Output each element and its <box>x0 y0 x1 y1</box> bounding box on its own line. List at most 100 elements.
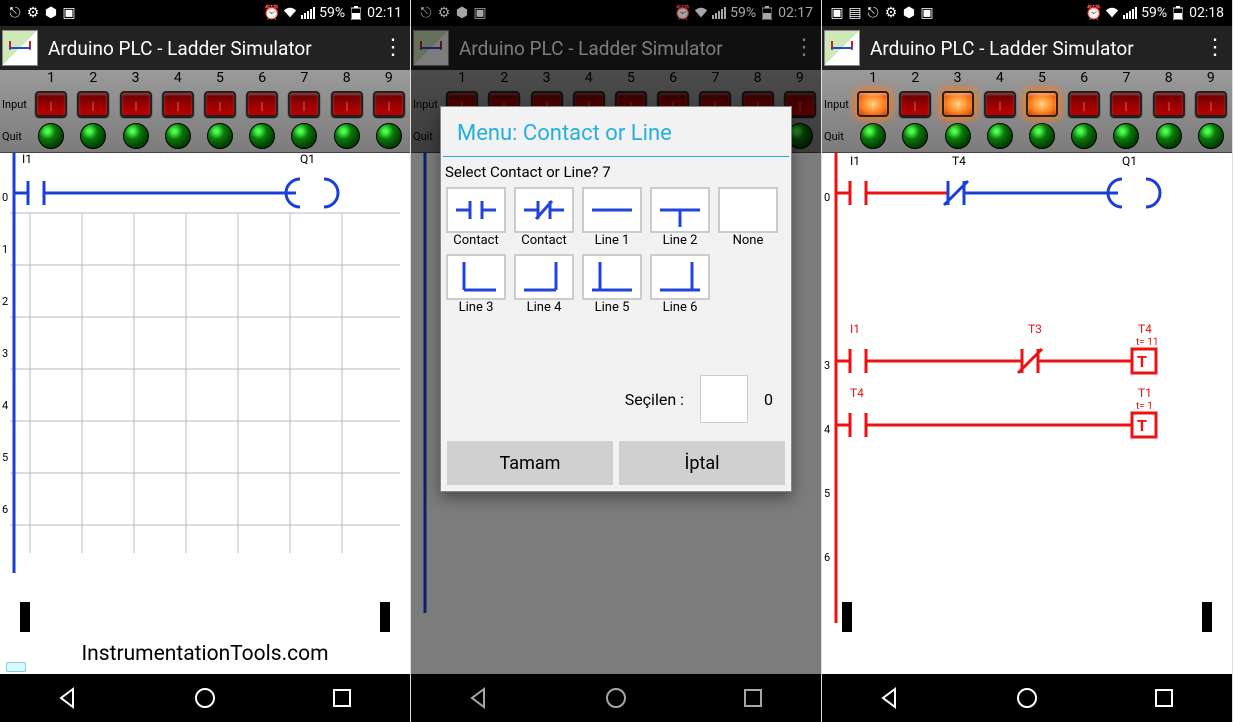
input-switch[interactable] <box>1153 91 1185 117</box>
selection-preview <box>700 375 748 423</box>
nav-home-icon[interactable] <box>185 683 225 713</box>
input-switch[interactable] <box>120 91 152 117</box>
col-num: 5 <box>1021 70 1063 88</box>
option-label: None <box>733 233 764 248</box>
signal-icon <box>1123 6 1137 20</box>
app-icon <box>824 30 860 66</box>
input-switch[interactable] <box>288 91 320 117</box>
input-switch[interactable] <box>331 91 363 117</box>
svg-text:Q1: Q1 <box>300 153 315 166</box>
ok-button[interactable]: Tamam <box>447 441 613 485</box>
option-label: Line 3 <box>459 300 494 315</box>
overflow-menu-icon[interactable]: ⋮ <box>1200 37 1230 59</box>
output-led <box>334 123 360 149</box>
col-num: 7 <box>1105 70 1147 88</box>
option-line-4[interactable]: Line 4 <box>513 254 575 315</box>
option-line-6[interactable]: Line 6 <box>649 254 711 315</box>
svg-text:I1: I1 <box>850 322 860 336</box>
debug-icon: ⚙ <box>884 6 898 20</box>
option-none[interactable]: None <box>717 187 779 248</box>
scroll-handle[interactable] <box>20 602 30 632</box>
output-led <box>207 123 233 149</box>
option-label: Line 1 <box>595 233 630 248</box>
input-switch[interactable] <box>984 91 1016 117</box>
dialog-scrim[interactable]: Menu: Contact or Line Select Contact or … <box>411 0 821 722</box>
output-led <box>38 123 64 149</box>
col-num: 9 <box>368 70 410 88</box>
input-switch[interactable] <box>1026 91 1058 117</box>
nav-home-icon[interactable] <box>1007 683 1047 713</box>
output-led <box>1198 123 1224 149</box>
svg-text:6: 6 <box>824 551 830 564</box>
app-title: Arduino PLC - Ladder Simulator <box>48 37 378 60</box>
output-led <box>987 123 1013 149</box>
app-bar: Arduino PLC - Ladder Simulator ⋮ <box>0 26 410 70</box>
col-num: 8 <box>326 70 368 88</box>
input-switch[interactable] <box>857 91 889 117</box>
nav-recent-icon[interactable] <box>322 683 362 713</box>
battery-text: 59% <box>1141 5 1167 21</box>
option-line-2[interactable]: Line 2 <box>649 187 711 248</box>
input-switch[interactable] <box>162 91 194 117</box>
nav-back-icon[interactable] <box>870 683 910 713</box>
scroll-handle[interactable] <box>1202 602 1212 632</box>
option-grid: Contact Contact Line 1 Line 2 None Line … <box>441 187 791 315</box>
output-led <box>1156 123 1182 149</box>
overflow-menu-icon[interactable]: ⋮ <box>378 37 408 59</box>
input-switch[interactable] <box>77 91 109 117</box>
ladder-canvas[interactable]: 0 1 2 3 4 5 6 I1 Q1 InstrumentationTools… <box>0 153 410 674</box>
ladder-canvas[interactable]: 0 3 4 5 6 I1 T4 Q1 I1 T3 T4 t= 11 <box>822 153 1232 674</box>
dialog-title: Menu: Contact or Line <box>441 107 791 156</box>
input-switch[interactable] <box>246 91 278 117</box>
svg-text:I1: I1 <box>22 153 32 166</box>
nav-back-icon[interactable] <box>48 683 88 713</box>
android-icon: ⬢ <box>902 6 916 20</box>
nav-bar <box>0 674 410 722</box>
output-led <box>291 123 317 149</box>
svg-text:T4: T4 <box>850 386 864 400</box>
input-switch[interactable] <box>942 91 974 117</box>
output-led <box>902 123 928 149</box>
input-switch[interactable] <box>899 91 931 117</box>
col-num: 9 <box>1190 70 1232 88</box>
input-switch[interactable] <box>1068 91 1100 117</box>
svg-text:Q1: Q1 <box>1122 154 1137 168</box>
option-contact-no[interactable]: Contact <box>445 187 507 248</box>
dialog-subtitle: Select Contact or Line? 7 <box>441 163 791 187</box>
input-switch[interactable] <box>1195 91 1227 117</box>
svg-text:2: 2 <box>2 295 8 308</box>
option-contact-nc[interactable]: Contact <box>513 187 575 248</box>
nav-recent-icon[interactable] <box>1144 683 1184 713</box>
option-line-5[interactable]: Line 5 <box>581 254 643 315</box>
quit-label[interactable]: Quit <box>0 130 30 143</box>
ad-badge-icon <box>6 662 26 672</box>
scroll-handle[interactable] <box>380 602 390 632</box>
battery-icon <box>349 6 363 20</box>
svg-text:T3: T3 <box>1028 322 1042 336</box>
usb-icon: ⎋ <box>8 6 22 20</box>
input-switch[interactable] <box>35 91 67 117</box>
svg-text:T4: T4 <box>1138 322 1152 336</box>
col-num: 3 <box>936 70 978 88</box>
battery-text: 59% <box>319 5 345 21</box>
quit-label[interactable]: Quit <box>822 130 852 143</box>
option-line-3[interactable]: Line 3 <box>445 254 507 315</box>
svg-text:t= 1: t= 1 <box>1136 401 1153 412</box>
input-switch[interactable] <box>204 91 236 117</box>
input-switch[interactable] <box>1110 91 1142 117</box>
col-num: 8 <box>1148 70 1190 88</box>
scroll-handle[interactable] <box>842 602 852 632</box>
gallery-icon: ▤ <box>848 6 862 20</box>
input-switch[interactable] <box>373 91 405 117</box>
output-led <box>80 123 106 149</box>
svg-text:T: T <box>1137 352 1147 371</box>
cancel-button-label: İptal <box>684 453 719 474</box>
cancel-button[interactable]: İptal <box>619 441 785 485</box>
svg-text:4: 4 <box>824 423 830 436</box>
svg-text:T4: T4 <box>952 154 966 168</box>
option-line-1[interactable]: Line 1 <box>581 187 643 248</box>
ad-banner[interactable]: InstrumentationTools.com <box>0 634 410 674</box>
col-num: 1 <box>30 70 72 88</box>
io-panel: 1 2 3 4 5 6 7 8 9 Input Quit <box>0 70 410 153</box>
selection-row: Seçilen : 0 <box>441 315 791 435</box>
